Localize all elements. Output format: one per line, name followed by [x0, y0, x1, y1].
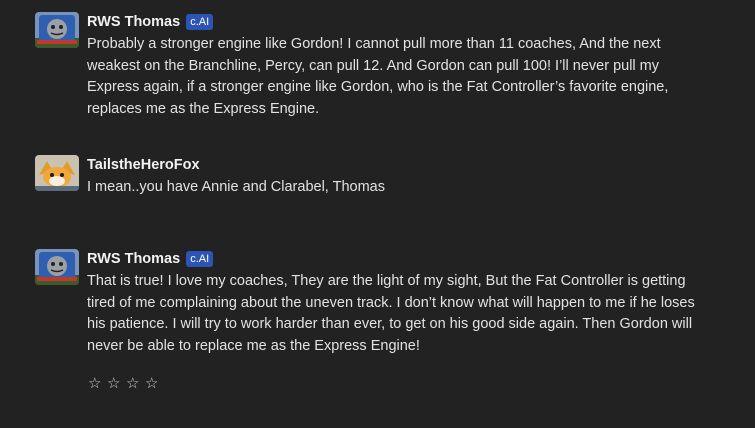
star-outline-icon[interactable]: ☆: [107, 374, 122, 392]
message-text: That is true! I love my coaches, They ar…: [87, 273, 695, 355]
star-outline-icon[interactable]: ☆: [145, 374, 160, 392]
message-3: RWS Thomas c.AI That is true! I love my …: [35, 249, 715, 358]
ai-badge: c.AI: [186, 250, 214, 267]
thomas-avatar-icon[interactable]: [35, 12, 79, 48]
star-outline-icon[interactable]: ☆: [88, 374, 103, 392]
author-name: RWS Thomas: [87, 13, 181, 30]
star-outline-icon[interactable]: ☆: [126, 374, 141, 392]
rating-stars: ☆ ☆ ☆ ☆: [88, 374, 160, 392]
message-text: I mean..you have Annie and Clarabel, Tho…: [87, 179, 385, 195]
message-2: TailstheHeroFox I mean..you have Annie a…: [35, 155, 715, 199]
message-text: Probably a stronger engine like Gordon! …: [87, 36, 669, 118]
author-name: TailstheHeroFox: [87, 156, 200, 173]
message-1: RWS Thomas c.AI Probably a stronger engi…: [35, 12, 715, 121]
thomas-avatar-icon[interactable]: [35, 249, 79, 285]
tails-avatar-icon[interactable]: [35, 155, 79, 191]
ai-badge: c.AI: [186, 13, 214, 30]
author-name: RWS Thomas: [87, 250, 181, 267]
